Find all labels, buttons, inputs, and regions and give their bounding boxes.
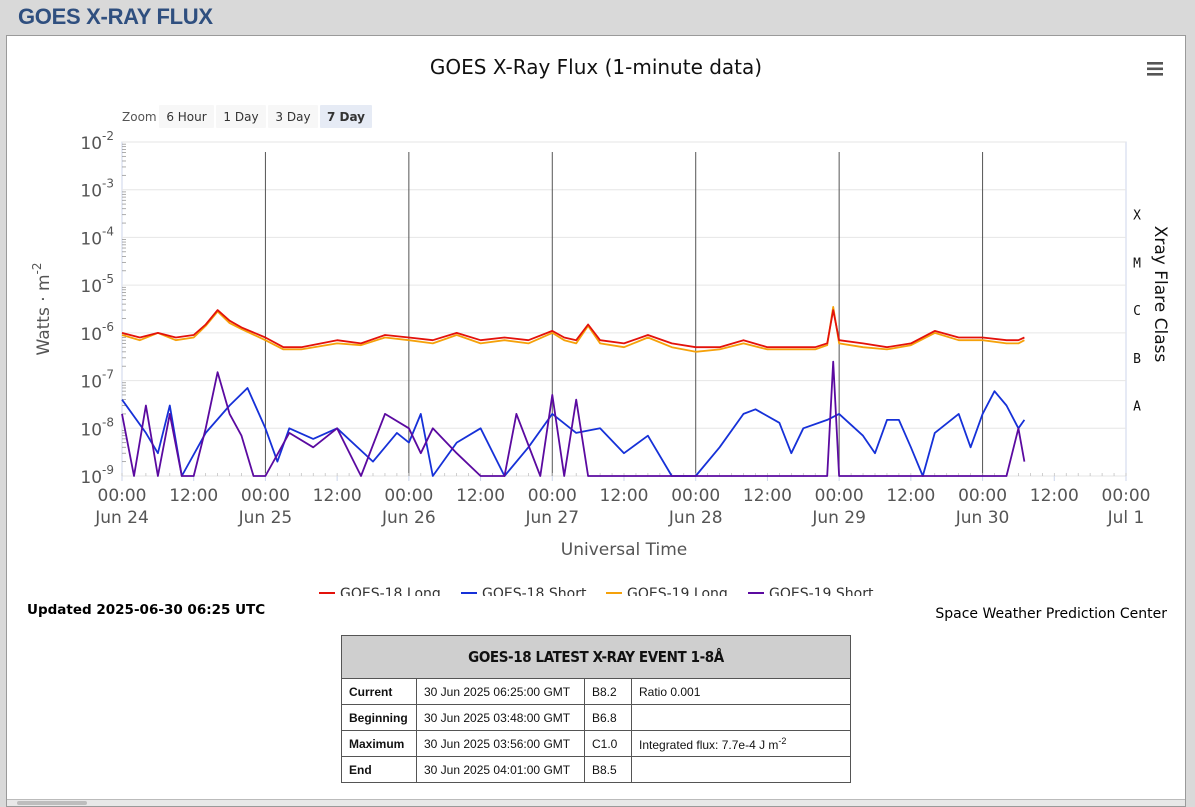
x-tick-time: 12:00 [169, 486, 218, 506]
zoom-button-label: 3 Day [275, 110, 310, 124]
page-title: GOES X-RAY FLUX [18, 4, 213, 29]
row-class: C1.0 [584, 730, 632, 757]
x-axis-label: Universal Time [561, 540, 687, 560]
x-tick-date: Jun 24 [94, 508, 149, 528]
x-tick-time: 00:00 [1102, 486, 1151, 506]
plot-area: 10-210-310-410-510-610-710-810-900:00Jun… [30, 129, 1170, 560]
row-extra [631, 756, 851, 783]
y-tick-label: 10-9 [80, 463, 114, 488]
legend-item[interactable]: GOES-18 Long [319, 586, 441, 596]
row-extra: Integrated flux: 7.7e-4 J m-2 [631, 730, 851, 757]
legend-label: GOES-19 Long [627, 586, 728, 596]
row-extra: Ratio 0.001 [631, 678, 851, 705]
x-tick-time: 12:00 [600, 486, 649, 506]
y-tick-label: 10-6 [80, 320, 114, 345]
y-tick-label: 10-8 [80, 415, 114, 440]
x-tick-time: 12:00 [456, 486, 505, 506]
zoom-button-6-hour[interactable]: 6 Hour [159, 105, 214, 128]
x-tick-time: 12:00 [1030, 486, 1079, 506]
menu-icon[interactable] [1142, 58, 1168, 80]
x-tick-date: Jun 27 [524, 508, 579, 528]
flare-class-label: X [1133, 209, 1141, 224]
flare-class-label: C [1133, 304, 1141, 319]
flare-class-label: M [1133, 256, 1141, 271]
row-class: B8.5 [584, 756, 632, 783]
x-tick-time: 00:00 [384, 486, 433, 506]
zoom-button-1-day[interactable]: 1 Day [216, 105, 266, 128]
row-class: B6.8 [584, 704, 632, 731]
legend-item[interactable]: GOES-19 Long [606, 586, 728, 596]
x-tick-time: 00:00 [241, 486, 290, 506]
updated-timestamp: Updated 2025-06-30 06:25 UTC [27, 602, 266, 618]
chart-panel: GOES X-Ray Flux (1-minute data) Zoom 6 Ho… [6, 35, 1186, 807]
legend-item[interactable]: GOES-18 Short [461, 586, 587, 596]
x-tick-time: 12:00 [313, 486, 362, 506]
plot-background [121, 141, 1127, 477]
event-table-title: GOES-18 LATEST X-RAY EVENT 1-8Å [341, 635, 851, 679]
legend: GOES-18 Long GOES-18 Short GOES-19 Long GOE… [319, 586, 874, 596]
zoom-button-label: 7 Day [327, 110, 365, 124]
legend-item[interactable]: GOES-19 Short [748, 586, 874, 596]
row-extra [631, 704, 851, 731]
zoom-button-3-day[interactable]: 3 Day [268, 105, 318, 128]
legend-label: GOES-18 Short [482, 586, 587, 596]
legend-label: GOES-18 Long [340, 586, 441, 596]
horizontal-scrollbar[interactable] [7, 799, 1185, 806]
x-tick-time: 00:00 [815, 486, 864, 506]
x-tick-date: Jul 1 [1107, 508, 1145, 528]
x-tick-time: 12:00 [886, 486, 935, 506]
y-tick-label: 10-3 [80, 177, 114, 202]
x-tick-time: 00:00 [671, 486, 720, 506]
zoom-label: Zoom [122, 110, 157, 124]
row-time: 30 Jun 2025 04:01:00 GMT [416, 756, 585, 783]
x-tick-time: 00:00 [98, 486, 147, 506]
credit-label: Space Weather Prediction Center [935, 606, 1167, 622]
x-tick-date: Jun 29 [811, 508, 866, 528]
xray-flux-chart: GOES X-Ray Flux (1-minute data) Zoom 6 Ho… [30, 55, 1170, 596]
x-tick-date: Jun 25 [238, 508, 293, 528]
zoom-selector: Zoom 6 Hour 1 Day 3 Day 7 Day [122, 105, 372, 128]
zoom-button-label: 1 Day [223, 110, 258, 124]
x-tick-time: 00:00 [528, 486, 577, 506]
event-table: GOES-18 LATEST X-RAY EVENT 1-8Å Current 3… [341, 635, 851, 783]
row-time: 30 Jun 2025 03:48:00 GMT [416, 704, 585, 731]
y2-axis-label: Xray Flare Class [1150, 226, 1170, 363]
table-row: Beginning 30 Jun 2025 03:48:00 GMT B6.8 [341, 704, 851, 731]
row-label: End [341, 756, 417, 783]
row-label: Beginning [341, 704, 417, 731]
zoom-button-label: 6 Hour [166, 110, 206, 124]
x-tick-date: Jun 26 [381, 508, 436, 528]
y-axis-label: Watts · m-2 [30, 262, 54, 355]
x-tick-date: Jun 28 [668, 508, 723, 528]
row-label: Maximum [341, 730, 417, 757]
y-tick-label: 10-7 [80, 368, 114, 393]
y-tick-label: 10-5 [80, 272, 114, 297]
row-time: 30 Jun 2025 06:25:00 GMT [416, 678, 585, 705]
chart-title: GOES X-Ray Flux (1-minute data) [430, 55, 762, 79]
table-row: End 30 Jun 2025 04:01:00 GMT B8.5 [341, 756, 851, 783]
row-time: 30 Jun 2025 03:56:00 GMT [416, 730, 585, 757]
x-tick-time: 12:00 [743, 486, 792, 506]
row-label: Current [341, 678, 417, 705]
legend-label: GOES-19 Short [769, 586, 874, 596]
zoom-button-7-day[interactable]: 7 Day [320, 105, 372, 128]
flare-class-label: A [1133, 400, 1141, 415]
x-tick-time: 00:00 [958, 486, 1007, 506]
flare-class-label: B [1133, 352, 1141, 367]
scrollbar-thumb[interactable] [17, 801, 87, 805]
row-class: B8.2 [584, 678, 632, 705]
y-tick-label: 10-4 [80, 224, 114, 249]
x-tick-date: Jun 30 [955, 508, 1010, 528]
y-tick-label: 10-2 [80, 129, 114, 154]
table-row: Current 30 Jun 2025 06:25:00 GMT B8.2 Ratio… [341, 678, 851, 705]
table-row: Maximum 30 Jun 2025 03:56:00 GMT C1.0 Integ… [341, 730, 851, 757]
